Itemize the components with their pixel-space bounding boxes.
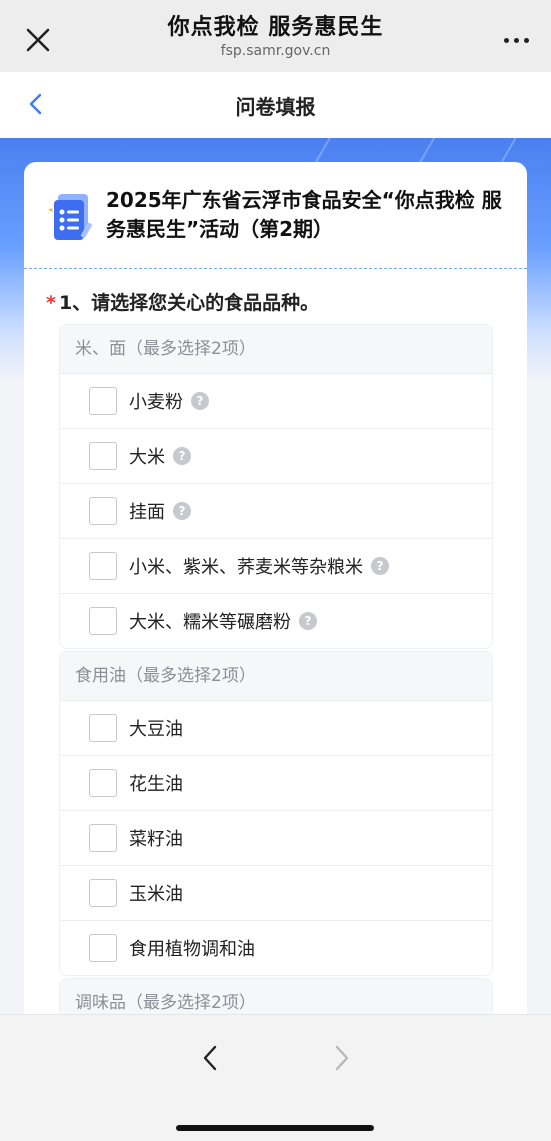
question-text: 1、请选择您关心的食品品种。 <box>58 292 320 314</box>
option-item[interactable]: 玉米油 <box>60 865 492 920</box>
option-group-label: 米、面（最多选择2项） <box>75 339 256 359</box>
more-icon-dot <box>504 38 509 43</box>
option-item[interactable]: 大米、糯米等碾磨粉 ? <box>60 593 492 648</box>
chevron-left-icon <box>29 93 42 115</box>
option-label: 挂面 <box>129 502 165 523</box>
survey-form-icon <box>48 194 92 240</box>
checkbox[interactable] <box>89 934 117 962</box>
option-group-label: 食用油（最多选择2项） <box>75 666 256 686</box>
option-label: 大豆油 <box>129 719 183 740</box>
option-label: 玉米油 <box>129 884 183 905</box>
option-group: 食用油（最多选择2项） 大豆油 花生油 菜籽油 玉米油 食用植物调和油 <box>59 651 493 976</box>
option-label: 菜籽油 <box>129 829 183 850</box>
option-item[interactable]: 小麦粉 ? <box>60 373 492 428</box>
more-icon-dot <box>524 38 529 43</box>
question-mark-icon[interactable]: ? <box>173 447 191 465</box>
app-title-block: 你点我检 服务惠民生 fsp.samr.gov.cn <box>168 9 384 59</box>
option-item[interactable]: 菜籽油 <box>60 810 492 865</box>
option-item[interactable]: 食用植物调和油 <box>60 920 492 975</box>
checkbox[interactable] <box>89 387 117 415</box>
question-mark-icon[interactable]: ? <box>371 557 389 575</box>
browser-back-button[interactable] <box>198 1043 222 1073</box>
option-item[interactable]: 大豆油 <box>60 700 492 755</box>
checkbox[interactable] <box>89 552 117 580</box>
required-mark: * <box>46 292 56 314</box>
page-nav-bar: 问卷填报 <box>0 72 551 138</box>
question-mark-icon[interactable]: ? <box>173 502 191 520</box>
more-button[interactable] <box>504 38 529 43</box>
close-button[interactable] <box>22 24 54 56</box>
browser-forward-button[interactable] <box>330 1043 354 1073</box>
chevron-left-icon <box>203 1045 217 1071</box>
option-label: 小米、紫米、荞麦米等杂粮米 <box>129 557 363 578</box>
more-icon-dot <box>514 38 519 43</box>
option-item[interactable]: 小米、紫米、荞麦米等杂粮米 ? <box>60 538 492 593</box>
browser-bottom-bar <box>0 1014 551 1141</box>
app-url: fsp.samr.gov.cn <box>220 43 331 59</box>
close-icon <box>26 28 50 52</box>
chevron-right-icon <box>335 1045 349 1071</box>
checkbox[interactable] <box>89 607 117 635</box>
checkbox[interactable] <box>89 769 117 797</box>
app-top-bar: 你点我检 服务惠民生 fsp.samr.gov.cn <box>0 0 551 72</box>
question-title: * 1、请选择您关心的食品品种。 <box>46 288 319 315</box>
question-mark-icon[interactable]: ? <box>299 612 317 630</box>
page-title: 问卷填报 <box>235 94 316 119</box>
checkbox[interactable] <box>89 714 117 742</box>
checkbox[interactable] <box>89 879 117 907</box>
option-item[interactable]: 大米 ? <box>60 428 492 483</box>
option-label: 大米、糯米等碾磨粉 <box>129 612 291 633</box>
option-label: 大米 <box>129 447 165 468</box>
survey-card: 2025年广东省云浮市食品安全“你点我检 服务惠民生”活动（第2期） * 1、请选… <box>24 162 527 1042</box>
back-button[interactable] <box>26 92 46 116</box>
home-indicator[interactable] <box>176 1125 374 1131</box>
question-mark-icon[interactable]: ? <box>191 392 209 410</box>
option-label: 小麦粉 <box>129 392 183 413</box>
option-item[interactable]: 挂面 ? <box>60 483 492 538</box>
option-item[interactable]: 花生油 <box>60 755 492 810</box>
survey-title: 2025年广东省云浮市食品安全“你点我检 服务惠民生”活动（第2期） <box>106 188 502 241</box>
option-label: 食用植物调和油 <box>129 939 255 960</box>
option-label: 花生油 <box>129 774 183 795</box>
option-group: 米、面（最多选择2项） 小麦粉 ? 大米 ? 挂面 ? 小米、紫米、荞麦米等杂粮… <box>59 324 493 649</box>
app-title: 你点我检 服务惠民生 <box>167 15 384 40</box>
survey-header: 2025年广东省云浮市食品安全“你点我检 服务惠民生”活动（第2期） <box>24 162 527 269</box>
checkbox[interactable] <box>89 824 117 852</box>
checkbox[interactable] <box>89 442 117 470</box>
checkbox[interactable] <box>89 497 117 525</box>
